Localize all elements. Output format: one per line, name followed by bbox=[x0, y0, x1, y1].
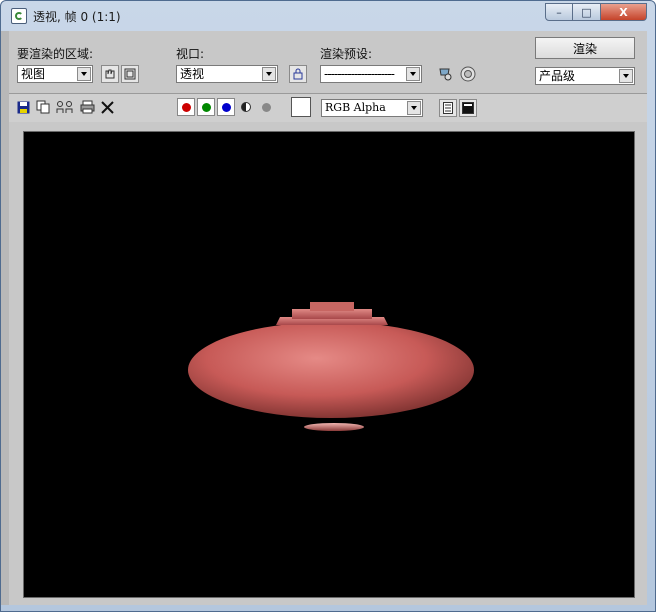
edit-region-icon[interactable] bbox=[101, 65, 119, 83]
chevron-down-icon bbox=[406, 67, 420, 81]
clear-icon[interactable] bbox=[99, 99, 115, 115]
preset-dropdown[interactable]: --------------------- bbox=[320, 65, 422, 83]
image-toolbar: RGB Alpha bbox=[9, 93, 647, 122]
channel-display-dropdown[interactable]: RGB Alpha bbox=[321, 99, 423, 117]
app-icon bbox=[11, 8, 27, 24]
area-dropdown[interactable]: 视图 bbox=[17, 65, 93, 83]
color-swatch[interactable] bbox=[291, 97, 311, 117]
viewport-dropdown[interactable]: 透视 bbox=[176, 65, 278, 83]
environment-icon[interactable] bbox=[459, 65, 477, 83]
render-frame-client: 要渲染的区域: 视图 视口: 透视 渲染预设: ----------------… bbox=[9, 31, 647, 605]
area-dropdown-value: 视图 bbox=[21, 67, 46, 81]
red-dot-icon bbox=[181, 102, 191, 112]
green-dot-icon bbox=[201, 102, 211, 112]
gray-dot-icon bbox=[261, 102, 271, 112]
preset-label: 渲染预设: bbox=[320, 47, 373, 61]
toggle-ui-icon[interactable] bbox=[439, 99, 457, 117]
area-label: 要渲染的区域: bbox=[17, 47, 94, 61]
lock-icon[interactable] bbox=[289, 65, 307, 83]
clone-icon[interactable] bbox=[55, 99, 75, 115]
teapot-base bbox=[304, 423, 364, 431]
title-bar[interactable]: 透视, 帧 0 (1:1) – □ X bbox=[1, 1, 655, 31]
print-icon[interactable] bbox=[79, 99, 95, 115]
rendered-teapot-image bbox=[24, 132, 634, 597]
rendered-image-viewport[interactable] bbox=[23, 131, 635, 598]
blue-dot-icon bbox=[221, 102, 231, 112]
teapot-body bbox=[188, 322, 474, 418]
viewport-label: 视口: bbox=[176, 47, 205, 61]
channel-display-value: RGB Alpha bbox=[325, 101, 386, 114]
channel-buttons bbox=[177, 98, 275, 116]
mono-channel-button[interactable] bbox=[257, 98, 275, 116]
chevron-down-icon bbox=[77, 67, 91, 81]
alpha-channel-button[interactable] bbox=[237, 98, 255, 116]
chevron-down-icon bbox=[619, 69, 633, 83]
chevron-down-icon bbox=[262, 67, 276, 81]
caption-buttons: – □ X bbox=[545, 3, 647, 21]
quality-dropdown-value: 产品级 bbox=[539, 69, 576, 83]
render-window: 透视, 帧 0 (1:1) – □ X 要渲染的区域: 视图 视口: 透视 渲染… bbox=[0, 0, 656, 612]
auto-region-icon[interactable] bbox=[121, 65, 139, 83]
minimize-button[interactable]: – bbox=[545, 3, 573, 21]
red-channel-button[interactable] bbox=[177, 98, 195, 116]
render-button[interactable]: 渲染 bbox=[535, 37, 635, 59]
quality-dropdown[interactable]: 产品级 bbox=[535, 67, 635, 85]
teapot-knob bbox=[310, 302, 354, 311]
chevron-down-icon bbox=[407, 101, 421, 115]
green-channel-button[interactable] bbox=[197, 98, 215, 116]
window-title: 透视, 帧 0 (1:1) bbox=[33, 10, 121, 24]
toggle-overlay-icon[interactable] bbox=[459, 99, 477, 117]
copy-icon[interactable] bbox=[35, 99, 51, 115]
preset-dropdown-value: --------------------- bbox=[324, 67, 395, 81]
viewport-dropdown-value: 透视 bbox=[180, 67, 205, 81]
render-setup-icon[interactable] bbox=[437, 65, 455, 83]
save-icon[interactable] bbox=[15, 99, 31, 115]
close-button[interactable]: X bbox=[601, 3, 647, 21]
blue-channel-button[interactable] bbox=[217, 98, 235, 116]
alpha-icon bbox=[241, 102, 251, 112]
maximize-button[interactable]: □ bbox=[573, 3, 601, 21]
